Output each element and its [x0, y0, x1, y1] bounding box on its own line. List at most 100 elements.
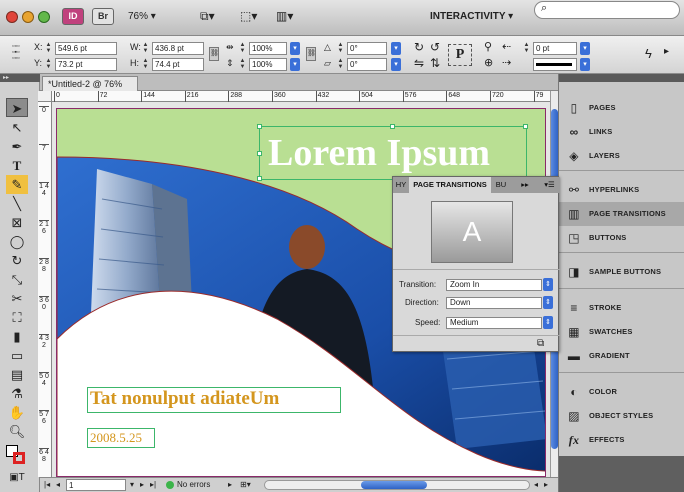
dock-item-page-transitions[interactable]: ▥ PAGE TRANSITIONS — [559, 202, 684, 226]
stroke-weight-dropdown[interactable]: ▾ — [580, 42, 590, 55]
headline-text-frame[interactable]: Lorem Ipsum — [257, 124, 528, 181]
pencil-tool-icon[interactable]: ✎ — [6, 175, 28, 194]
date-text-frame[interactable]: 2008.5.25 — [87, 428, 155, 448]
tab-page-transitions[interactable]: PAGE TRANSITIONS — [409, 177, 491, 193]
zoom-window-button[interactable] — [38, 11, 50, 23]
dock-item-gradient[interactable]: ▬ GRADIENT — [559, 344, 684, 368]
dock-item-sample-buttons[interactable]: ◨ SAMPLE BUTTONS — [559, 260, 684, 284]
screen-mode-menu[interactable]: ⬚▾ — [240, 8, 257, 25]
stroke-weight-field[interactable]: 0 pt — [533, 42, 577, 55]
x-stepper[interactable]: ▲ ▼ — [44, 42, 53, 55]
free-transform-tool-icon[interactable]: ⛶ — [6, 308, 28, 327]
ruler-origin[interactable] — [38, 91, 52, 102]
workspace-switcher[interactable]: INTERACTIVITY ▾ — [430, 8, 513, 25]
shear-field[interactable]: 0° — [347, 58, 387, 71]
formatting-affects-container-icon[interactable]: ▣T — [6, 468, 28, 487]
select-next-icon[interactable]: ⇢ — [502, 56, 511, 69]
w-stepper[interactable]: ▲ ▼ — [141, 42, 150, 55]
scroll-left-icon[interactable]: ◂ — [534, 478, 538, 492]
x-field[interactable]: 549.6 pt — [55, 42, 117, 55]
horizontal-ruler[interactable]: 0 72 144 216 288 360 432 504 576 648 720 79 — [52, 91, 550, 102]
select-container-icon[interactable]: ⚲ — [484, 40, 492, 53]
scale-tool-icon[interactable]: ⤡ — [6, 270, 28, 289]
w-field[interactable]: 436.8 pt — [152, 42, 204, 55]
open-file-icon[interactable]: ⊞▾ — [240, 478, 251, 492]
frame-handle[interactable] — [257, 176, 262, 181]
indesign-badge[interactable]: ID — [62, 8, 84, 25]
pen-tool-icon[interactable]: ✒ — [6, 137, 28, 156]
scissors-tool-icon[interactable]: ✂ — [6, 289, 28, 308]
page-number-field[interactable]: 1 — [66, 479, 126, 491]
select-content-icon[interactable]: ⊕ — [484, 56, 493, 69]
vertical-ruler[interactable]: 0 7 1 4 4 2 1 6 2 8 8 3 6 0 4 3 2 5 0 4 5 7 6 6 4… — [38, 102, 52, 477]
last-page-icon[interactable]: ▸| — [150, 478, 156, 492]
dock-item-color[interactable]: ◐ COLOR — [559, 380, 684, 404]
y-stepper[interactable]: ▲ ▼ — [44, 58, 53, 71]
first-page-icon[interactable]: |◂ — [44, 478, 50, 492]
tab-buttons[interactable]: BU — [491, 177, 511, 193]
flip-vertical-icon[interactable]: ⇅ — [430, 56, 440, 70]
panel-menu-icon[interactable]: ▾☰ — [539, 177, 560, 193]
gradient-feather-tool-icon[interactable]: ▭ — [6, 346, 28, 365]
panel-expand-icon[interactable]: ▸▸ — [511, 177, 539, 193]
ellipse-tool-icon[interactable]: ◯ — [6, 232, 28, 251]
y-field[interactable]: 73.2 pt — [55, 58, 117, 71]
dock-item-effects[interactable]: fx EFFECTS — [559, 428, 684, 452]
scroll-right-icon[interactable]: ▸ — [544, 478, 548, 492]
shear-dropdown[interactable]: ▾ — [391, 58, 401, 71]
direction-dropdown-icon[interactable]: ⇕ — [543, 296, 553, 309]
dock-item-buttons[interactable]: ◳ BUTTONS — [559, 226, 684, 250]
bridge-button[interactable]: Br — [92, 8, 114, 25]
stroke-type-field[interactable] — [533, 58, 577, 71]
scale-y-stepper[interactable]: ▲ ▼ — [238, 58, 247, 71]
document-tab[interactable]: *Untitled-2 @ 76% ✕ — [42, 76, 138, 103]
h-field[interactable]: 74.4 pt — [152, 58, 204, 71]
stroke-weight-stepper[interactable]: ▲ ▼ — [522, 42, 531, 55]
rectangle-frame-tool-icon[interactable]: ⊠ — [6, 213, 28, 232]
transition-select[interactable]: Zoom In — [446, 279, 542, 291]
dock-item-hyperlinks[interactable]: ⚯ HYPERLINKS — [559, 178, 684, 202]
type-tool-icon[interactable]: T — [6, 156, 28, 175]
scale-x-stepper[interactable]: ▲ ▼ — [238, 42, 247, 55]
transition-dropdown-icon[interactable]: ⇕ — [543, 278, 553, 291]
control-panel-menu-icon[interactable]: ▸ — [664, 46, 669, 57]
search-field[interactable]: ⌕ — [534, 1, 680, 19]
apply-to-all-spreads-icon[interactable]: ⧉ — [537, 338, 544, 349]
stroke-type-dropdown[interactable]: ▾ — [580, 58, 590, 71]
rotate-90-ccw-icon[interactable]: ↺ — [430, 40, 440, 54]
tab-hyperlinks[interactable]: HY — [393, 177, 409, 193]
dock-item-swatches[interactable]: ▦ SWATCHES — [559, 320, 684, 344]
arrange-documents-menu[interactable]: ▥▾ — [276, 8, 293, 25]
dock-item-object-styles[interactable]: ▨ OBJECT STYLES — [559, 404, 684, 428]
tools-collapse-handle[interactable]: ▸▸ — [0, 74, 40, 82]
speed-select[interactable]: Medium — [446, 317, 542, 329]
speed-dropdown-icon[interactable]: ⇕ — [543, 316, 553, 329]
scale-x-dropdown[interactable]: ▾ — [290, 42, 300, 55]
scale-y-field[interactable]: 100% — [249, 58, 287, 71]
frame-handle[interactable] — [257, 124, 262, 129]
direction-select[interactable]: Down — [446, 297, 542, 309]
selection-tool-icon[interactable]: ➤ — [6, 98, 28, 117]
dock-item-stroke[interactable]: ≡ STROKE — [559, 296, 684, 320]
page-menu-icon[interactable]: ▾ — [130, 478, 134, 492]
select-previous-icon[interactable]: ⇠ — [502, 40, 511, 53]
preflight-menu-icon[interactable]: ▸ — [228, 478, 232, 492]
rotate-field[interactable]: 0° — [347, 42, 387, 55]
frame-handle[interactable] — [523, 124, 528, 129]
rotate-tool-icon[interactable]: ↻ — [6, 251, 28, 270]
view-options-menu[interactable]: ⧉▾ — [200, 8, 215, 25]
flip-horizontal-icon[interactable]: ⇋ — [414, 56, 424, 70]
hand-tool-icon[interactable]: ✋ — [6, 403, 28, 422]
horizontal-scrollbar[interactable] — [264, 480, 530, 490]
scale-x-field[interactable]: 100% — [249, 42, 287, 55]
frame-handle[interactable] — [257, 151, 262, 156]
eyedropper-tool-icon[interactable]: ⚗ — [6, 384, 28, 403]
rotate-dropdown[interactable]: ▾ — [391, 42, 401, 55]
reference-point-icon[interactable]: ▫▫▫ ▫▪▫ ▫▫▫ — [12, 43, 26, 62]
scale-y-dropdown[interactable]: ▾ — [290, 58, 300, 71]
rotate-stepper[interactable]: ▲ ▼ — [336, 42, 345, 55]
rotate-90-cw-icon[interactable]: ↻ — [414, 40, 424, 54]
zoom-level-menu[interactable]: 76% ▾ — [128, 8, 156, 25]
h-stepper[interactable]: ▲ ▼ — [141, 58, 150, 71]
note-tool-icon[interactable]: ▤ — [6, 365, 28, 384]
